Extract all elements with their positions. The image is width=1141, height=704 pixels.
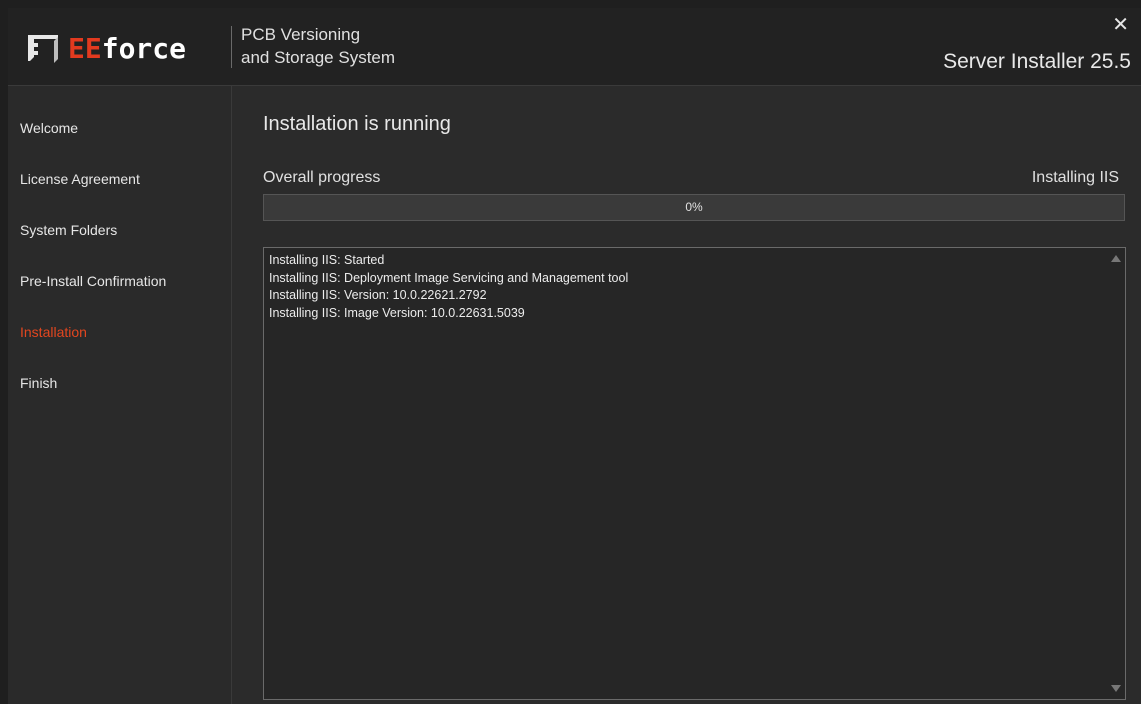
progress-percent: 0% bbox=[685, 200, 703, 214]
installation-log[interactable]: Installing IIS: Started Installing IIS: … bbox=[263, 247, 1126, 700]
log-line: Installing IIS: Version: 10.0.22621.2792 bbox=[269, 288, 487, 302]
scroll-up-icon[interactable] bbox=[1111, 255, 1121, 262]
sidebar-step-installation[interactable]: Installation bbox=[20, 324, 87, 340]
sidebar-step-system-folders[interactable]: System Folders bbox=[20, 222, 117, 238]
log-line: Installing IIS: Deployment Image Servici… bbox=[269, 270, 629, 285]
installer-window: EEforce PCB Versioning and Storage Syste… bbox=[8, 8, 1141, 704]
log-line: Installing IIS: Started bbox=[269, 253, 385, 267]
log-lines: Installing IIS: Started Installing IIS: … bbox=[269, 252, 1103, 322]
subtitle-line2: and Storage System bbox=[241, 48, 396, 67]
page-title: Installation is running bbox=[263, 113, 451, 135]
progress-label: Overall progress bbox=[263, 169, 381, 186]
logo-text-suffix: force bbox=[101, 31, 187, 65]
installer-title: Server Installer 25.5 bbox=[943, 50, 1131, 73]
sidebar-step-finish[interactable]: Finish bbox=[20, 375, 57, 391]
log-scrollbar[interactable] bbox=[1107, 248, 1125, 699]
header: EEforce PCB Versioning and Storage Syste… bbox=[8, 8, 1141, 86]
header-divider bbox=[231, 26, 232, 68]
logo-text-prefix: EE bbox=[68, 31, 102, 65]
subtitle-line1: PCB Versioning bbox=[241, 25, 361, 44]
logo-text: EEforce bbox=[68, 32, 186, 65]
close-icon[interactable]: ✕ bbox=[1112, 12, 1129, 37]
overall-progress-bar: 0% bbox=[263, 194, 1125, 221]
sidebar-step-welcome[interactable]: Welcome bbox=[20, 120, 78, 136]
progress-status: Installing IIS bbox=[1031, 169, 1119, 186]
eeforce-logo-icon bbox=[28, 35, 58, 63]
logo: EEforce bbox=[26, 28, 186, 68]
log-line: Installing IIS: Image Version: 10.0.2263… bbox=[269, 305, 525, 320]
product-subtitle: PCB Versioning and Storage System bbox=[241, 23, 395, 69]
sidebar: Welcome License Agreement System Folders… bbox=[8, 86, 232, 704]
main-panel: Installation is running Overall progress… bbox=[232, 86, 1141, 704]
sidebar-step-license-agreement[interactable]: License Agreement bbox=[20, 171, 140, 187]
scroll-down-icon[interactable] bbox=[1111, 685, 1121, 692]
sidebar-step-pre-install-confirmation[interactable]: Pre-Install Confirmation bbox=[20, 273, 166, 289]
